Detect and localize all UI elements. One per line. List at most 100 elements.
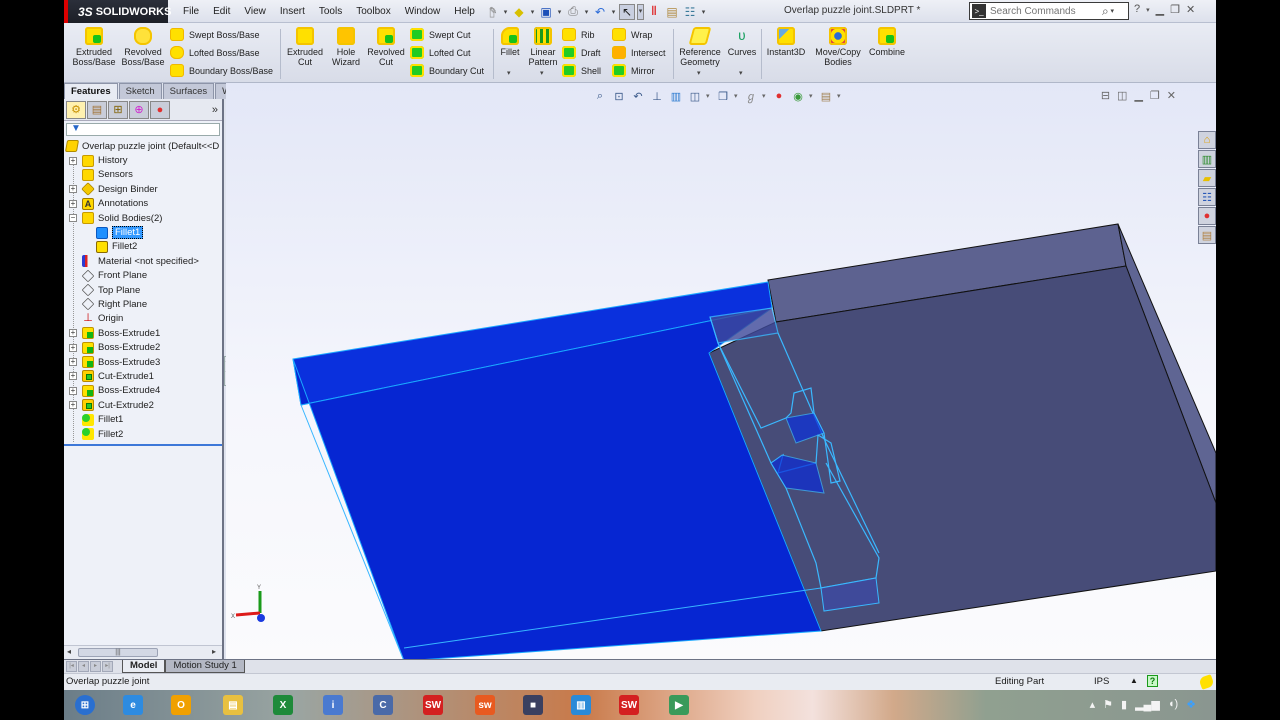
- search-dropdown[interactable]: ▾: [1109, 7, 1116, 15]
- lofted-boss-base-button[interactable]: Lofted Boss/Base: [170, 44, 260, 61]
- solidworks-logo[interactable]: 3S SOLIDWORKS: [64, 0, 171, 23]
- split-vertical-icon[interactable]: ◫: [1117, 89, 1127, 102]
- tree-item[interactable]: − Solid Bodies(2): [64, 211, 222, 225]
- print-icon[interactable]: ⎙: [565, 4, 581, 20]
- taskbar-media-app[interactable]: ▶: [662, 692, 696, 718]
- expand-icon[interactable]: +: [69, 156, 77, 165]
- scroll-left-icon[interactable]: ◂: [67, 647, 71, 656]
- taskbar-cc-app[interactable]: C: [366, 692, 400, 718]
- tree-item[interactable]: + Boss-Extrude3: [64, 355, 222, 369]
- file-properties-icon[interactable]: ▤: [664, 4, 680, 20]
- taskbar-excel[interactable]: X: [266, 692, 300, 718]
- close-icon[interactable]: ✕: [1186, 3, 1195, 16]
- boundary-cut-button[interactable]: Boundary Cut: [410, 62, 484, 79]
- unit-system[interactable]: IPS: [1094, 676, 1109, 687]
- select-icon[interactable]: ↖: [619, 3, 635, 20]
- next-tab-icon[interactable]: ▸: [90, 661, 101, 672]
- power-icon[interactable]: ▮: [1121, 698, 1127, 711]
- print-dropdown[interactable]: ▾: [583, 8, 590, 16]
- display-style-dropdown[interactable]: ▾: [706, 92, 712, 100]
- prev-tab-icon[interactable]: ◂: [78, 661, 89, 672]
- menu-edit[interactable]: Edit: [206, 6, 237, 17]
- tree-item[interactable]: + Design Binder: [64, 182, 222, 197]
- tree-item[interactable]: + Boss-Extrude2: [64, 340, 222, 354]
- wrap-button[interactable]: Wrap: [612, 26, 652, 43]
- expand-icon[interactable]: +: [69, 358, 77, 367]
- taskbar-file-explorer[interactable]: ▤: [216, 692, 250, 718]
- view-palette-icon[interactable]: ☷: [1198, 188, 1216, 206]
- lofted-cut-button[interactable]: Lofted Cut: [410, 44, 471, 61]
- tree-item[interactable]: + Boss-Extrude4: [64, 384, 222, 398]
- scroll-thumb[interactable]: |||: [78, 648, 158, 657]
- move-copy-bodies-button[interactable]: Move/Copy Bodies: [810, 27, 866, 67]
- reference-geometry-dropdown[interactable]: ▾: [697, 69, 701, 77]
- vp-minimize-icon[interactable]: ▁: [1134, 89, 1142, 102]
- solidworks-resources-icon[interactable]: ⌂: [1198, 131, 1216, 149]
- taskbar-app-dark[interactable]: ■: [516, 692, 550, 718]
- tab-sketch[interactable]: Sketch: [118, 83, 162, 99]
- expand-icon[interactable]: +: [69, 199, 77, 208]
- quick-tips-help-icon[interactable]: ?: [1147, 675, 1158, 687]
- expand-icon[interactable]: +: [69, 372, 77, 381]
- configurationmanager-tab-icon[interactable]: ⊞: [108, 100, 128, 119]
- swept-boss-base-button[interactable]: Swept Boss/Base: [170, 26, 260, 43]
- taskbar-internet-explorer[interactable]: e: [116, 692, 150, 718]
- help-dropdown[interactable]: ▾: [1146, 6, 1150, 16]
- tree-item[interactable]: + Cut-Extrude2: [64, 398, 222, 412]
- new-document-icon[interactable]: ▯: [484, 4, 500, 20]
- taskbar-outlook[interactable]: O: [164, 692, 198, 718]
- tree-item[interactable]: Fillet1: [64, 225, 222, 240]
- search-icon[interactable]: ⌕: [1102, 4, 1109, 19]
- zoom-to-fit-icon[interactable]: ⌕: [592, 88, 608, 104]
- select-dropdown[interactable]: ▾: [637, 3, 644, 20]
- swept-cut-button[interactable]: Swept Cut: [410, 26, 471, 43]
- tree-item[interactable]: Sensors: [64, 168, 222, 182]
- dropbox-icon[interactable]: ❖: [1186, 698, 1196, 711]
- model-3d[interactable]: [226, 83, 1216, 659]
- design-library-icon[interactable]: ▥: [1198, 150, 1216, 168]
- revolved-cut-button[interactable]: Revolved Cut: [360, 27, 412, 67]
- rib-button[interactable]: Rib: [562, 26, 595, 43]
- menu-help[interactable]: Help: [447, 6, 482, 17]
- tab-model[interactable]: Model: [122, 660, 166, 673]
- action-center-flag-icon[interactable]: ⚑: [1103, 698, 1113, 711]
- tab-surfaces[interactable]: Surfaces: [162, 83, 215, 99]
- extruded-boss-base-button[interactable]: Extruded Boss/Base: [68, 27, 120, 67]
- boundary-boss-base-button[interactable]: Boundary Boss/Base: [170, 62, 273, 79]
- tree-item[interactable]: + History: [64, 153, 222, 167]
- minimize-icon[interactable]: ▁: [1156, 3, 1164, 16]
- rebuild-icon[interactable]: ⦀: [646, 4, 662, 20]
- taskbar-solidworks-tools[interactable]: sw: [468, 692, 502, 718]
- vp-restore-icon[interactable]: ❐: [1150, 89, 1160, 102]
- display-style-icon[interactable]: ◫: [687, 88, 703, 104]
- search-commands-input[interactable]: [990, 5, 1100, 17]
- options-icon[interactable]: ☷: [682, 4, 698, 20]
- shell-button[interactable]: Shell: [562, 62, 601, 79]
- view-orientation-icon[interactable]: ▥: [668, 88, 684, 104]
- save-icon[interactable]: ▣: [538, 4, 554, 20]
- search-commands-box[interactable]: >_ ⌕ ▾: [969, 2, 1129, 20]
- expand-icon[interactable]: +: [69, 343, 77, 352]
- show-hidden-icon[interactable]: ▴: [1090, 698, 1096, 711]
- linear-pattern-dropdown[interactable]: ▾: [540, 69, 544, 77]
- unit-menu-arrow-icon[interactable]: ▲: [1130, 676, 1138, 685]
- expand-icon[interactable]: +: [69, 401, 77, 410]
- menu-window[interactable]: Window: [398, 6, 448, 17]
- tree-item[interactable]: Fillet1: [64, 412, 222, 426]
- help-icon[interactable]: ?: [1134, 3, 1140, 16]
- taskbar-info[interactable]: i: [316, 692, 350, 718]
- view-settings-dropdown[interactable]: ▾: [809, 92, 815, 100]
- draft-button[interactable]: Draft: [562, 44, 601, 61]
- first-tab-icon[interactable]: |◂: [66, 661, 77, 672]
- expand-icon[interactable]: +: [69, 329, 77, 338]
- file-explorer-icon[interactable]: ▰: [1198, 169, 1216, 187]
- new-dropdown[interactable]: ▾: [502, 8, 509, 16]
- custom-properties-icon[interactable]: ▤: [1198, 226, 1216, 244]
- network-signal-icon[interactable]: ▂▄▆: [1135, 698, 1160, 711]
- restore-icon[interactable]: ❐: [1170, 3, 1180, 16]
- tree-item[interactable]: + Cut-Extrude1: [64, 369, 222, 383]
- previous-view-icon[interactable]: ↶: [630, 88, 646, 104]
- tab-features[interactable]: Features: [64, 83, 118, 99]
- instant3d-button[interactable]: Instant3D: [761, 27, 811, 57]
- taskbar-solidworks-active[interactable]: SW: [612, 692, 646, 718]
